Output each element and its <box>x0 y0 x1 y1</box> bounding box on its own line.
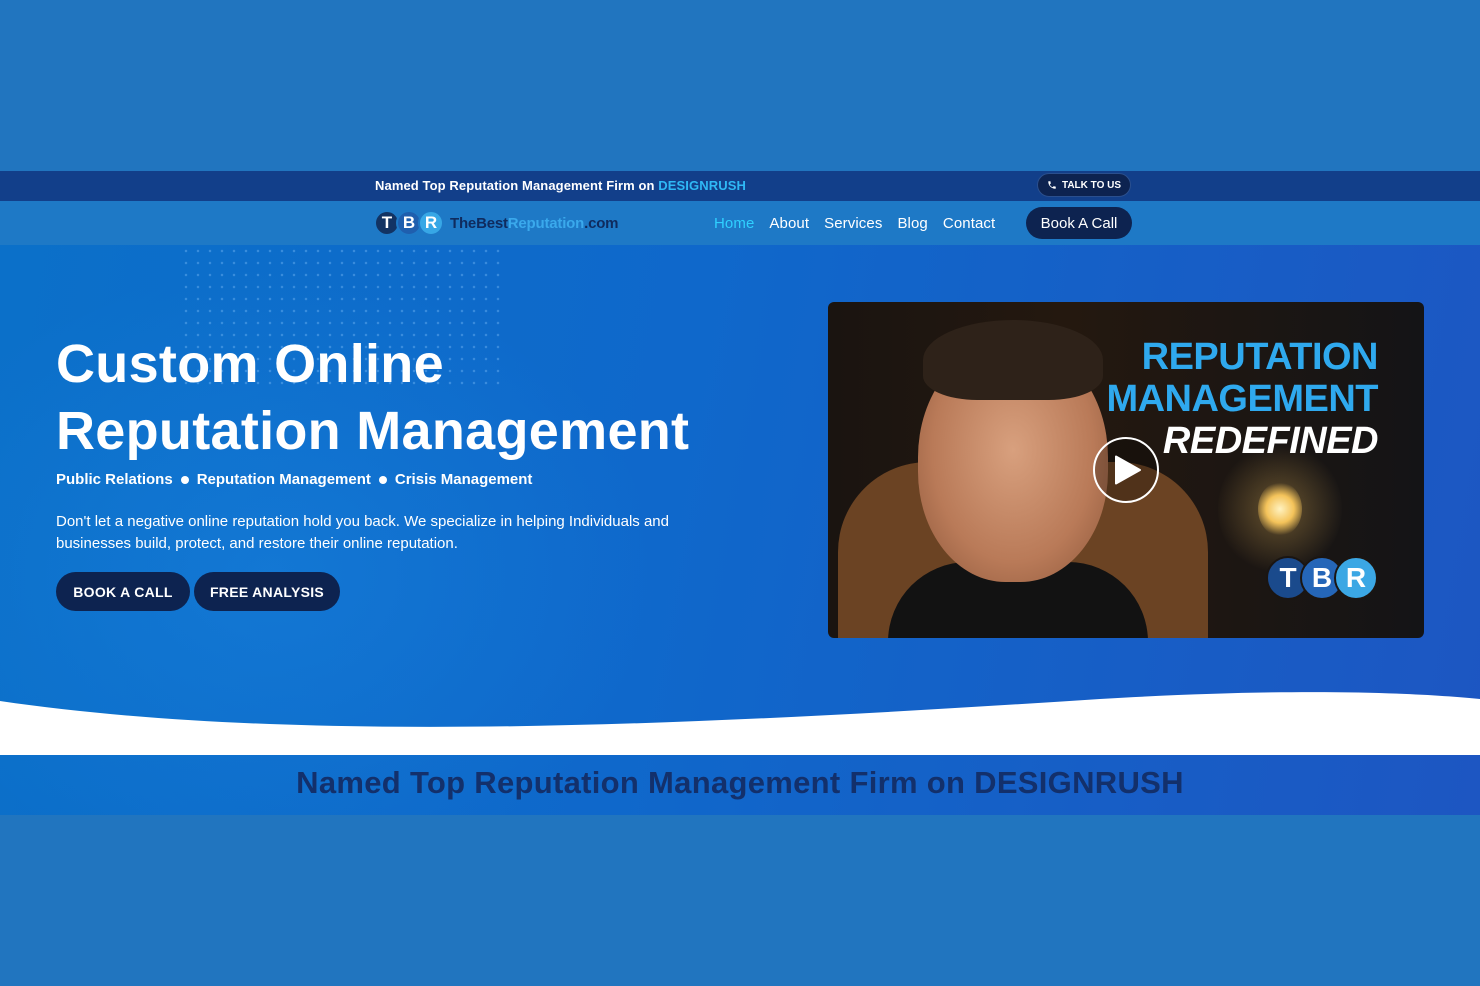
hero-description: Don't let a negative online reputation h… <box>56 513 669 552</box>
video-title: REPUTATION MANAGEMENT REDEFINED <box>1106 336 1378 462</box>
announcement-designrush-link[interactable]: DESIGNRUSH <box>658 178 746 193</box>
logo-wordmark-part2: Reputation <box>507 214 585 232</box>
main-navbar: T B R TheBestReputation.com Home About S… <box>0 201 1480 245</box>
video-light-bulb <box>1258 482 1302 536</box>
announcement-prefix: Named Top Reputation Management Firm on <box>375 178 659 193</box>
video-player[interactable]: REPUTATION MANAGEMENT REDEFINED T B R <box>828 302 1424 638</box>
tag-public-relations: Public Relations <box>56 471 173 488</box>
announcement-text: Named Top Reputation Management Firm on … <box>375 178 746 193</box>
nav-services[interactable]: Services <box>824 215 882 232</box>
nav-contact[interactable]: Contact <box>943 215 995 232</box>
bullet-dot <box>378 475 387 484</box>
video-presenter-hair <box>923 320 1103 400</box>
announcement-bar: Named Top Reputation Management Firm on … <box>0 171 1480 201</box>
nav-about[interactable]: About <box>769 215 809 232</box>
play-button[interactable] <box>1093 437 1159 503</box>
nav-home[interactable]: Home <box>714 215 754 232</box>
talk-to-us-button[interactable]: TALK TO US <box>1037 173 1131 197</box>
nav-blog[interactable]: Blog <box>897 215 927 232</box>
website-frame: Named Top Reputation Management Firm on … <box>0 171 1480 815</box>
hero-wave-divider <box>0 692 1480 755</box>
video-title-line2: MANAGEMENT <box>1106 378 1378 420</box>
logo-wordmark-part3: .com <box>584 214 619 232</box>
talk-to-us-label: TALK TO US <box>1061 179 1122 191</box>
hero-title-line1: Custom Online <box>56 334 444 394</box>
video-title-line1: REPUTATION <box>1141 336 1379 378</box>
bullet-dot <box>180 475 189 484</box>
nav-links: Home About Services Blog Contact <box>714 211 1010 235</box>
site-logo[interactable]: T B R TheBestReputation.com <box>374 208 619 238</box>
hero-title: Custom Online Reputation Management <box>56 331 776 465</box>
logo-wordmark-part1: TheBest <box>450 214 508 232</box>
play-icon <box>1115 455 1141 485</box>
hero-title-line2: Reputation Management <box>56 401 690 461</box>
logo-wordmark: TheBestReputation.com <box>450 214 619 232</box>
nav-book-a-call-button[interactable]: Book A Call <box>1026 207 1132 239</box>
hero-service-tags: Public Relations Reputation Management C… <box>56 471 532 488</box>
tag-crisis-management: Crisis Management <box>394 471 533 488</box>
video-logo-letter-r: R <box>1334 556 1378 600</box>
logo-letter-r: R <box>418 210 444 236</box>
video-tbr-logo: T B R <box>1266 556 1378 600</box>
free-analysis-button[interactable]: FREE ANALYSIS <box>194 572 340 611</box>
book-a-call-button[interactable]: BOOK A CALL <box>56 572 190 611</box>
phone-icon <box>1048 181 1056 189</box>
designrush-section-heading: Named Top Reputation Management Firm on … <box>296 765 1184 800</box>
tag-reputation-management: Reputation Management <box>196 471 371 488</box>
